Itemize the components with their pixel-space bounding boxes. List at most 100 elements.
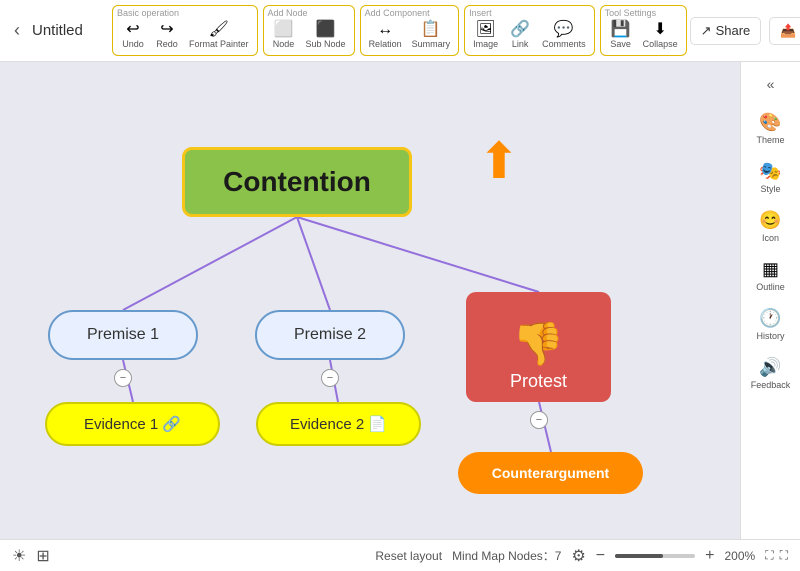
- format-painter-button[interactable]: 🖌 Format Painter: [185, 20, 253, 51]
- zoom-plus[interactable]: +: [705, 547, 714, 565]
- format-painter-icon: 🖌: [209, 22, 229, 38]
- summary-icon: 📋: [421, 22, 441, 38]
- zoom-slider[interactable]: [615, 554, 695, 558]
- style-icon: 🎭: [759, 161, 781, 182]
- sidebar-history-label: History: [756, 331, 784, 341]
- premise1-collapse[interactable]: −: [114, 369, 132, 387]
- evidence1-node[interactable]: Evidence 1 🔗: [45, 402, 220, 446]
- toolbar-group-insert-label: Insert: [469, 8, 492, 18]
- undo-button[interactable]: ↩ Undo: [117, 20, 149, 51]
- toolbar-group-add-component: Add Component ↔ Relation 📋 Summary: [360, 5, 460, 56]
- premise2-label: Premise 2: [294, 326, 366, 344]
- contention-node[interactable]: Contention: [182, 147, 412, 217]
- right-sidebar: « 🎨 Theme 🎭 Style 😊 Icon ▦ Outline 🕐 His…: [740, 62, 800, 539]
- export-button[interactable]: 📤 Export: [769, 17, 800, 45]
- relation-label: Relation: [369, 39, 402, 49]
- comments-button[interactable]: 💬 Comments: [538, 20, 590, 51]
- toolbar: Basic operation ↩ Undo ↪ Redo 🖌 Format P…: [112, 5, 690, 56]
- counterargument-label: Counterargument: [492, 465, 609, 481]
- evidence2-node[interactable]: Evidence 2 📄: [256, 402, 421, 446]
- undo-label: Undo: [122, 39, 144, 49]
- sub-node-label: Sub Node: [306, 39, 346, 49]
- contention-label: Contention: [223, 166, 371, 198]
- collapse-button[interactable]: ⬇ Collapse: [639, 20, 682, 51]
- premise2-node[interactable]: Premise 2: [255, 310, 405, 360]
- toolbar-group-add-component-label: Add Component: [365, 8, 430, 18]
- sub-node-icon: ⬛: [316, 22, 336, 38]
- reset-layout-button[interactable]: Reset layout: [375, 549, 442, 563]
- image-button[interactable]: 🖼 Image: [469, 20, 502, 51]
- statusbar: ☀ ⊞ Reset layout Mind Map Nodes：7 ⚙ − + …: [0, 539, 800, 571]
- counterargument-node[interactable]: Counterargument: [458, 452, 643, 494]
- history-icon: 🕐: [759, 308, 781, 329]
- sidebar-item-icon[interactable]: 😊 Icon: [746, 204, 796, 249]
- share-label: Share: [716, 23, 751, 38]
- up-arrow: ⬆: [478, 132, 520, 190]
- outline-icon: ▦: [762, 259, 779, 280]
- sidebar-item-history[interactable]: 🕐 History: [746, 302, 796, 347]
- link-icon: 🔗: [510, 22, 530, 38]
- feedback-icon: 🔊: [759, 357, 781, 378]
- comments-icon: 💬: [554, 22, 574, 38]
- summary-button[interactable]: 📋 Summary: [408, 20, 455, 51]
- sub-node-button[interactable]: ⬛ Sub Node: [302, 20, 350, 51]
- sidebar-item-theme[interactable]: 🎨 Theme: [746, 106, 796, 151]
- collapse-label: Collapse: [643, 39, 678, 49]
- link-button[interactable]: 🔗 Link: [504, 20, 536, 51]
- sidebar-icon-label: Icon: [762, 233, 779, 243]
- node-button[interactable]: ⬜ Node: [268, 20, 300, 51]
- sidebar-item-feedback[interactable]: 🔊 Feedback: [746, 351, 796, 396]
- share-icon: ↗: [701, 23, 712, 39]
- protest-collapse[interactable]: −: [530, 411, 548, 429]
- toolbar-group-add-node: Add Node ⬜ Node ⬛ Sub Node: [263, 5, 355, 56]
- node-icon: ⬜: [274, 22, 294, 38]
- toolbar-toolsettings-buttons: 💾 Save ⬇ Collapse: [605, 20, 682, 51]
- save-button[interactable]: 💾 Save: [605, 20, 637, 51]
- sidebar-feedback-label: Feedback: [751, 380, 791, 390]
- icon-icon: 😊: [759, 210, 781, 231]
- format-painter-label: Format Painter: [189, 39, 249, 49]
- protest-node[interactable]: 👎 Protest: [466, 292, 611, 402]
- sidebar-theme-label: Theme: [756, 135, 784, 145]
- share-button[interactable]: ↗ Share: [690, 17, 762, 45]
- toolbar-group-insert: Insert 🖼 Image 🔗 Link 💬 Comments: [464, 5, 595, 56]
- settings-icon[interactable]: ⚙: [571, 546, 585, 566]
- relation-button[interactable]: ↔ Relation: [365, 20, 406, 51]
- canvas[interactable]: ⬆ Contention Premise 1 − Premise 2 − 👎 P…: [0, 62, 740, 539]
- redo-icon: ↪: [160, 22, 173, 38]
- toolbar-addcomp-buttons: ↔ Relation 📋 Summary: [365, 20, 455, 51]
- comments-label: Comments: [542, 39, 586, 49]
- sidebar-collapse-button[interactable]: «: [755, 70, 787, 98]
- toolbar-addnode-buttons: ⬜ Node ⬛ Sub Node: [268, 20, 350, 51]
- premise1-label: Premise 1: [87, 326, 159, 344]
- back-button[interactable]: ‹: [8, 16, 26, 45]
- sun-icon[interactable]: ☀: [12, 546, 26, 566]
- toolbar-insert-buttons: 🖼 Image 🔗 Link 💬 Comments: [469, 20, 590, 51]
- premise2-collapse[interactable]: −: [321, 369, 339, 387]
- sidebar-item-outline[interactable]: ▦ Outline: [746, 253, 796, 298]
- image-icon: 🖼: [475, 22, 495, 38]
- sidebar-item-style[interactable]: 🎭 Style: [746, 155, 796, 200]
- fullscreen-icon[interactable]: ⛶: [780, 548, 788, 563]
- save-icon: 💾: [611, 22, 631, 38]
- theme-icon: 🎨: [759, 112, 781, 133]
- export-icon: 📤: [780, 23, 796, 39]
- premise1-node[interactable]: Premise 1: [48, 310, 198, 360]
- thumbs-down-icon: 👎: [512, 320, 564, 369]
- main-area: ⬆ Contention Premise 1 − Premise 2 − 👎 P…: [0, 62, 800, 539]
- sidebar-collapse-icon: «: [767, 76, 775, 92]
- zoom-percent: 200%: [724, 549, 755, 563]
- link-label: Link: [512, 39, 529, 49]
- toolbar-basic-buttons: ↩ Undo ↪ Redo 🖌 Format Painter: [117, 20, 253, 51]
- header: ‹ Untitled Basic operation ↩ Undo ↪ Redo…: [0, 0, 800, 62]
- zoom-minus[interactable]: −: [596, 547, 605, 565]
- fit-screen-icon[interactable]: ⛶: [765, 548, 773, 563]
- redo-button[interactable]: ↪ Redo: [151, 20, 183, 51]
- collapse-icon: ⬇: [653, 22, 666, 38]
- toolbar-group-add-node-label: Add Node: [268, 8, 308, 18]
- share-export-area: ↗ Share 📤 Export: [690, 17, 800, 45]
- sidebar-style-label: Style: [760, 184, 780, 194]
- toolbar-group-basic-label: Basic operation: [117, 8, 179, 18]
- grid-icon[interactable]: ⊞: [36, 546, 49, 566]
- node-label: Node: [273, 39, 295, 49]
